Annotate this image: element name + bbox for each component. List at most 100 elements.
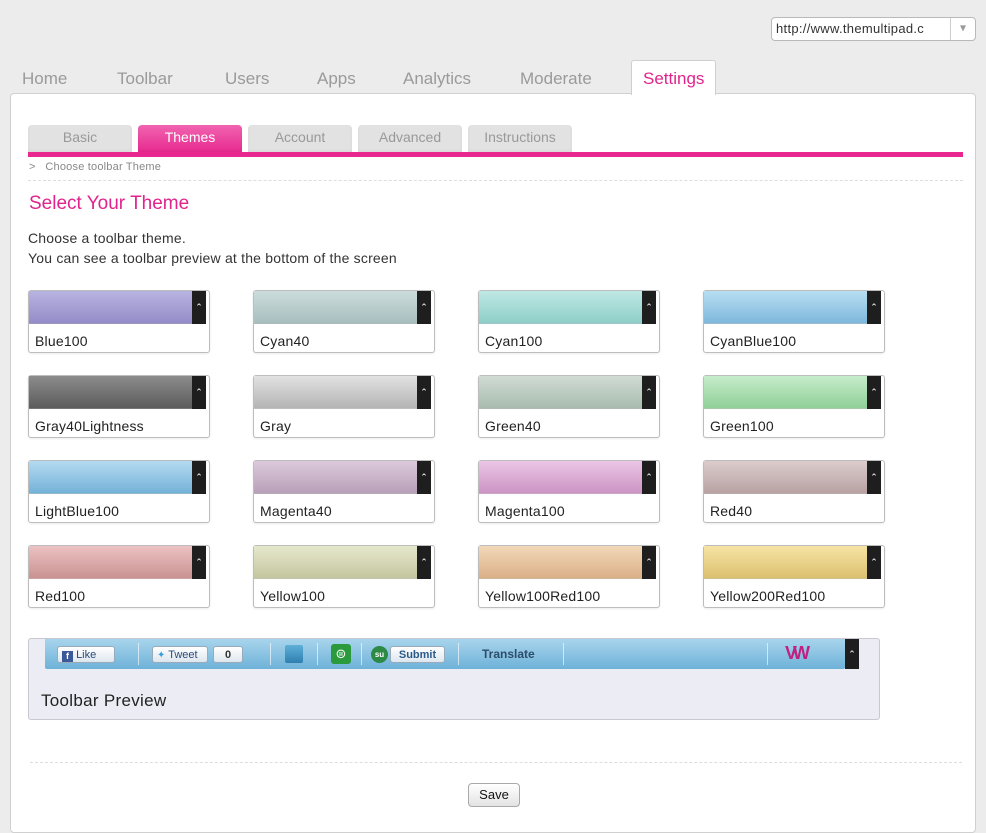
facebook-like-button[interactable]: f Like	[57, 646, 115, 663]
green-app-icon[interactable]: ⊜	[331, 644, 351, 664]
theme-swatch	[254, 291, 418, 324]
chevron-up-icon: ⌃	[867, 546, 881, 579]
chevron-up-icon: ⌃	[642, 461, 656, 494]
theme-swatch	[479, 461, 643, 494]
chevron-down-icon[interactable]: ▼	[950, 18, 975, 40]
theme-card[interactable]: ⌃ CyanBlue100	[703, 290, 885, 353]
theme-name: Yellow100Red100	[485, 588, 601, 604]
theme-name: Red100	[35, 588, 86, 604]
separator	[138, 643, 139, 665]
chevron-up-icon: ⌃	[867, 291, 881, 324]
chevron-up-icon: ⌃	[867, 376, 881, 409]
tab-apps[interactable]: Apps	[317, 64, 356, 94]
page-title: Select Your Theme	[29, 193, 190, 214]
breadcrumb-text: Choose toolbar Theme	[45, 161, 162, 173]
separator	[361, 643, 362, 665]
subtab-account[interactable]: Account	[248, 125, 352, 153]
theme-name: Red40	[710, 503, 753, 519]
brand-logo-icon: VW	[785, 643, 810, 663]
theme-swatch	[479, 291, 643, 324]
subtab-instructions[interactable]: Instructions	[468, 125, 572, 153]
theme-swatch	[254, 461, 418, 494]
tab-users[interactable]: Users	[225, 64, 269, 94]
theme-name: CyanBlue100	[710, 333, 797, 349]
description-line-2: You can see a toolbar preview at the bot…	[28, 250, 397, 266]
separator	[317, 643, 318, 665]
translate-button[interactable]: Translate	[482, 647, 535, 661]
theme-swatch	[29, 291, 193, 324]
chevron-up-icon: ⌃	[642, 291, 656, 324]
separator	[458, 643, 459, 665]
theme-card[interactable]: ⌃ Yellow200Red100	[703, 545, 885, 608]
theme-card[interactable]: ⌃ LightBlue100	[28, 460, 210, 523]
tweet-count: 0	[213, 646, 243, 663]
separator	[563, 643, 564, 665]
stumble-submit-button[interactable]: Submit	[390, 646, 445, 663]
tab-toolbar[interactable]: Toolbar	[117, 64, 173, 94]
chevron-up-icon: ⌃	[642, 376, 656, 409]
chevron-up-icon: ⌃	[192, 376, 206, 409]
tab-analytics[interactable]: Analytics	[403, 64, 471, 94]
chevron-up-icon: ⌃	[192, 291, 206, 324]
site-url-select[interactable]: http://www.themultipad.c ▼	[771, 17, 976, 41]
theme-swatch	[704, 461, 868, 494]
subtab-advanced[interactable]: Advanced	[358, 125, 462, 153]
theme-name: Green100	[710, 418, 774, 434]
theme-name: Magenta100	[485, 503, 565, 519]
preview-caption: Toolbar Preview	[41, 691, 167, 710]
twitter-bird-icon: ✦	[157, 650, 166, 661]
main-tabs: Home Toolbar Users Apps Analytics Modera…	[0, 60, 986, 95]
description-line-1: Choose a toolbar theme.	[28, 230, 186, 246]
stumbleupon-icon[interactable]: su	[371, 646, 388, 663]
collapse-chevron-icon[interactable]: ⌃	[845, 639, 859, 669]
theme-card[interactable]: ⌃ Blue100	[28, 290, 210, 353]
theme-swatch	[704, 546, 868, 579]
subtab-themes[interactable]: Themes	[138, 125, 242, 153]
tweet-label: Tweet	[168, 649, 198, 661]
theme-swatch	[704, 376, 868, 409]
tweet-button[interactable]: ✦ Tweet	[152, 646, 208, 663]
theme-swatch	[29, 461, 193, 494]
theme-name: Gray40Lightness	[35, 418, 144, 434]
breadcrumb: > Choose toolbar Theme	[29, 161, 161, 173]
theme-card[interactable]: ⌃ Cyan40	[253, 290, 435, 353]
theme-card[interactable]: ⌃ Red40	[703, 460, 885, 523]
chevron-up-icon: ⌃	[417, 376, 431, 409]
theme-name: Cyan40	[260, 333, 310, 349]
theme-card[interactable]: ⌃ Gray40Lightness	[28, 375, 210, 438]
save-button[interactable]: Save	[468, 783, 520, 807]
tab-home[interactable]: Home	[22, 64, 67, 94]
separator	[270, 643, 271, 665]
theme-swatch	[254, 376, 418, 409]
site-url-value: http://www.themultipad.c	[776, 21, 925, 36]
subtab-basic[interactable]: Basic	[28, 125, 132, 153]
theme-card[interactable]: ⌃ Gray	[253, 375, 435, 438]
theme-swatch	[479, 546, 643, 579]
theme-card[interactable]: ⌃ Green100	[703, 375, 885, 438]
theme-card[interactable]: ⌃ Magenta40	[253, 460, 435, 523]
share-people-icon[interactable]	[285, 645, 303, 663]
theme-card[interactable]: ⌃ Green40	[478, 375, 660, 438]
theme-card[interactable]: ⌃ Yellow100Red100	[478, 545, 660, 608]
theme-card[interactable]: ⌃ Red100	[28, 545, 210, 608]
theme-name: Gray	[260, 418, 292, 434]
theme-name: Magenta40	[260, 503, 332, 519]
chevron-up-icon: ⌃	[417, 461, 431, 494]
chevron-up-icon: ⌃	[417, 546, 431, 579]
theme-name: Blue100	[35, 333, 88, 349]
theme-name: LightBlue100	[35, 503, 120, 519]
preview-toolbar-bar: f Like ✦ Tweet 0 ⊜ su Submit Translate V…	[45, 639, 859, 669]
tab-moderate[interactable]: Moderate	[520, 64, 592, 94]
theme-name: Green40	[485, 418, 541, 434]
theme-card[interactable]: ⌃ Yellow100	[253, 545, 435, 608]
toolbar-preview: f Like ✦ Tweet 0 ⊜ su Submit Translate V…	[28, 638, 880, 720]
theme-swatch	[29, 376, 193, 409]
theme-swatch	[29, 546, 193, 579]
theme-card[interactable]: ⌃ Cyan100	[478, 290, 660, 353]
theme-swatch	[254, 546, 418, 579]
breadcrumb-arrow: >	[29, 161, 36, 173]
theme-name: Yellow100	[260, 588, 326, 604]
divider	[28, 180, 963, 181]
tab-settings[interactable]: Settings	[631, 60, 717, 95]
theme-card[interactable]: ⌃ Magenta100	[478, 460, 660, 523]
